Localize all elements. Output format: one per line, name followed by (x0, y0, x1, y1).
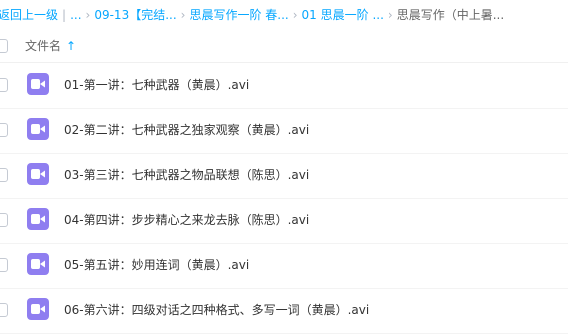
filename-column-label: 文件名 (25, 39, 62, 53)
video-file-icon (27, 208, 49, 230)
breadcrumb-item-course[interactable]: 09-13【完结... (94, 8, 176, 22)
file-name[interactable]: 01-第一讲：七种武器（黄晨）.avi (64, 63, 249, 108)
file-name[interactable]: 03-第三讲：七种武器之物品联想（陈思）.avi (64, 153, 309, 198)
video-file-icon (27, 118, 49, 140)
row-checkbox[interactable] (0, 123, 8, 137)
breadcrumb-chevron-icon: › (180, 8, 186, 22)
file-row[interactable]: 06-第六讲：四级对话之四种格式、多写一词（黄晨）.avi (0, 288, 568, 334)
breadcrumb-separator: | (62, 8, 67, 22)
breadcrumb-item-level[interactable]: 思晨写作一阶 春... (189, 8, 288, 22)
breadcrumb-back-link[interactable]: 返回上一级 (0, 8, 58, 22)
video-file-icon (27, 73, 49, 95)
breadcrumb-chevron-icon: › (85, 8, 91, 22)
video-file-icon (27, 298, 49, 320)
breadcrumb-chevron-icon: › (387, 8, 393, 22)
breadcrumb-current: 思晨写作（中上暑... (396, 8, 505, 22)
video-file-icon (27, 253, 49, 275)
file-name[interactable]: 05-第五讲：妙用连词（黄晨）.avi (64, 243, 249, 288)
file-name[interactable]: 02-第二讲：七种武器之独家观察（黄晨）.avi (64, 108, 309, 153)
row-checkbox[interactable] (0, 78, 8, 92)
breadcrumb-chevron-icon: › (292, 8, 298, 22)
file-name[interactable]: 04-第四讲：步步精心之来龙去脉（陈思）.avi (64, 198, 309, 243)
file-row[interactable]: 03-第三讲：七种武器之物品联想（陈思）.avi (0, 153, 568, 199)
video-file-icon (27, 163, 49, 185)
file-row[interactable]: 01-第一讲：七种武器（黄晨）.avi (0, 63, 568, 109)
file-list-header: 文件名 ↑ (0, 30, 568, 63)
breadcrumb: 返回上一级 |... › 09-13【完结... › 思晨写作一阶 春... › 01 思晨一… (0, 0, 568, 30)
file-name[interactable]: 06-第六讲：四级对话之四种格式、多写一词（黄晨）.avi (64, 288, 369, 333)
file-row[interactable]: 02-第二讲：七种武器之独家观察（黄晨）.avi (0, 108, 568, 154)
file-row[interactable]: 05-第五讲：妙用连词（黄晨）.avi (0, 243, 568, 289)
select-all-checkbox[interactable] (0, 39, 8, 53)
row-checkbox[interactable] (0, 258, 8, 272)
breadcrumb-item-folder[interactable]: 01 思晨一阶 ... (302, 8, 384, 22)
row-checkbox[interactable] (0, 168, 8, 182)
filename-column-header[interactable]: 文件名 ↑ (25, 30, 76, 62)
row-checkbox[interactable] (0, 213, 8, 227)
breadcrumb-ellipsis-link[interactable]: ... (70, 8, 81, 22)
row-checkbox[interactable] (0, 303, 8, 317)
arrow-up-icon: ↑ (66, 39, 77, 53)
file-row[interactable]: 04-第四讲：步步精心之来龙去脉（陈思）.avi (0, 198, 568, 244)
